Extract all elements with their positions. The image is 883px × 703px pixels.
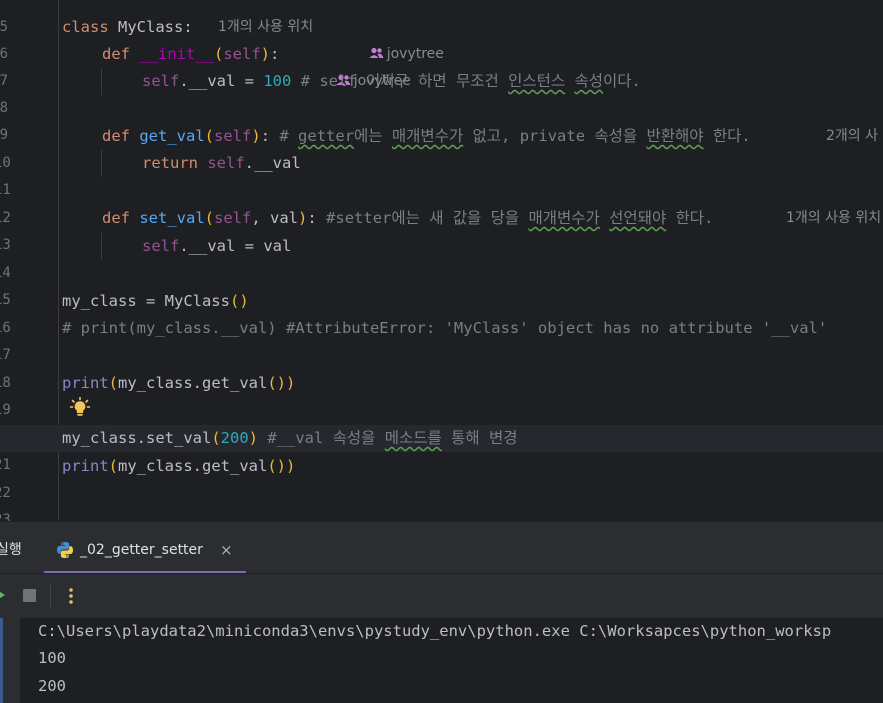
usage-hint[interactable]: 2개의 사: [826, 123, 878, 150]
code-line-8[interactable]: 8 self.__val = 100 # self 어쩌구 하면 무조건 인스턴…: [0, 68, 883, 116]
code-text: my_class.set_val(200) #__val 속성을 메소드를 통해…: [62, 429, 518, 447]
stop-icon[interactable]: [23, 589, 36, 602]
code-line-14[interactable]: 14 self.__val = val: [0, 233, 883, 281]
console-line: 200: [38, 677, 66, 695]
rerun-icon[interactable]: [0, 588, 5, 602]
console-line: 100: [38, 649, 66, 667]
code-text: print(my_class.get_val()): [62, 374, 296, 392]
indent-guide: [101, 233, 102, 260]
code-line-20[interactable]: 20: [0, 397, 883, 445]
code-line-19[interactable]: 19 print(my_class.get_val()): [0, 370, 883, 418]
usage-hint[interactable]: 1개의 사용 위치: [786, 205, 881, 232]
lightbulb-icon[interactable]: [70, 397, 90, 419]
code-text: my_class = MyClass(): [62, 292, 249, 310]
code-line-23[interactable]: 23: [0, 480, 883, 521]
run-tool-window-label[interactable]: 실행: [0, 539, 22, 559]
code-line-13[interactable]: 13 def set_val(self, val): #setter에는 새 값…: [0, 205, 883, 253]
code-line-22[interactable]: 22 print(my_class.get_val()): [0, 453, 883, 501]
toolbar-separator: [50, 584, 51, 608]
code-text: def get_val(self): # getter에는 매개변수가 없고, …: [102, 127, 751, 145]
indent-guide: [101, 150, 102, 177]
code-line-5[interactable]: 5: [0, 0, 883, 35]
line-number: 23: [0, 512, 11, 521]
code-line-6[interactable]: 6 class MyClass: 1개의 사용 위치 jovytree: [0, 14, 883, 62]
run-tab-bar: 실행 _02_getter_setter ×: [0, 521, 883, 574]
code-text: # print(my_class.__val) #AttributeError:…: [62, 319, 828, 337]
code-text: class MyClass:: [62, 18, 193, 36]
usage-hint[interactable]: 1개의 사용 위치: [218, 14, 313, 41]
code-line-11[interactable]: 11 return self.__val: [0, 150, 883, 198]
code-text: def set_val(self, val): #setter에는 새 값을 당…: [102, 209, 714, 227]
code-line-9[interactable]: 9: [0, 95, 883, 143]
code-text: self.__val = val: [142, 237, 292, 255]
code-text: self.__val = 100 # self 어쩌구 하면 무조건 인스턴스 …: [142, 72, 641, 90]
indent-guide: [101, 68, 102, 95]
console-scroll-marker: [0, 618, 3, 703]
code-text: return self.__val: [142, 154, 301, 172]
code-line-10[interactable]: 10 def get_val(self): # getter에는 매개변수가 없…: [0, 123, 883, 171]
code-text: def __init__(self):: [102, 45, 280, 63]
code-line-18[interactable]: 18: [0, 343, 883, 391]
code-editor[interactable]: 5 6 class MyClass: 1개의 사용 위치 jovytree 7 …: [0, 0, 883, 521]
code-line-16[interactable]: 16 my_class = MyClass(): [0, 288, 883, 336]
console-line: C:\Users\playdata2\miniconda3\envs\pystu…: [38, 622, 832, 640]
code-text: print(my_class.get_val()): [62, 457, 296, 475]
code-line-21[interactable]: 21 my_class.set_val(200) #__val 속성을 메소드를…: [0, 425, 883, 473]
code-line-12[interactable]: 12: [0, 178, 883, 226]
python-icon: [57, 542, 73, 558]
run-tab-label: _02_getter_setter: [80, 542, 203, 558]
code-line-7[interactable]: 7 def __init__(self): jovytree: [0, 41, 883, 89]
code-line-15[interactable]: 15: [0, 260, 883, 308]
more-options-icon[interactable]: [66, 585, 76, 607]
console-output[interactable]: C:\Users\playdata2\miniconda3\envs\pystu…: [0, 618, 883, 703]
close-icon[interactable]: ×: [220, 541, 233, 559]
run-toolbar: [0, 573, 883, 619]
console-gutter: [0, 618, 20, 703]
code-line-17[interactable]: 17 # print(my_class.__val) #AttributeErr…: [0, 315, 883, 363]
